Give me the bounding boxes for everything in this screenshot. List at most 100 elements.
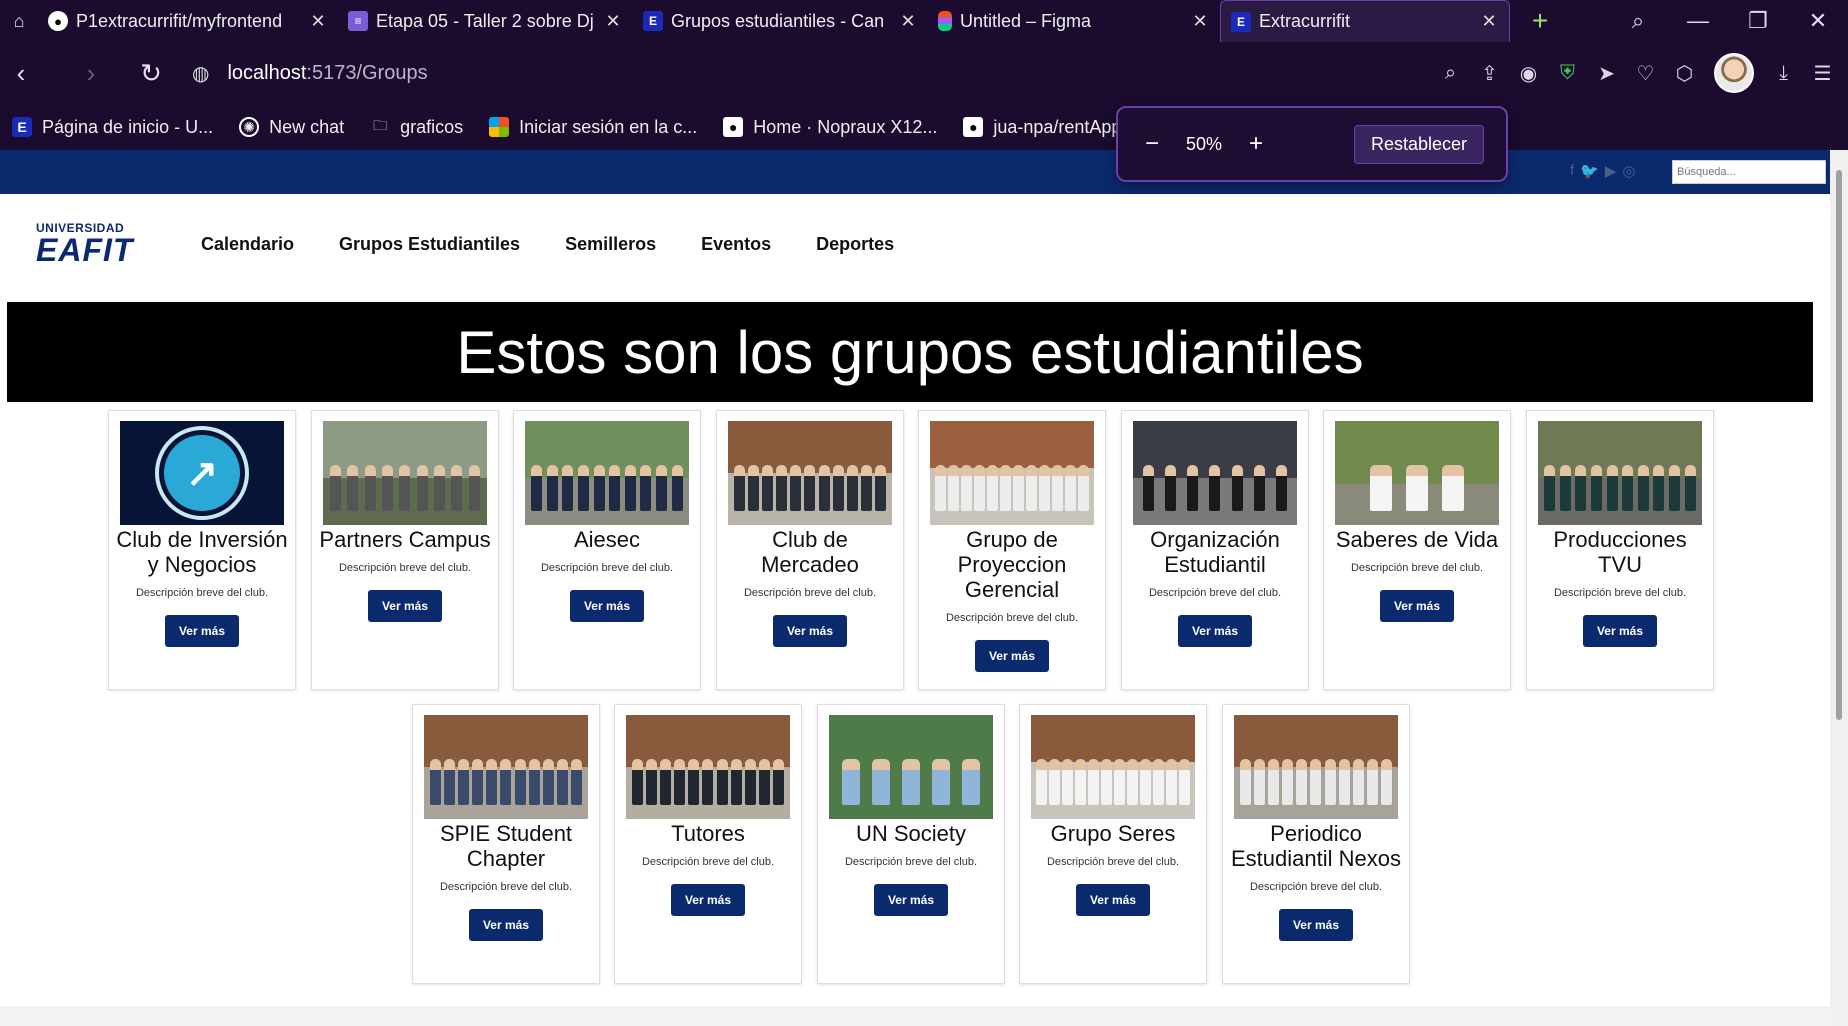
group-card: Aiesec Descripción breve del club. Ver m… — [513, 410, 701, 690]
bookmarks-bar: E Página de inicio - U... ✺ New chat 🗀 graf… — [0, 104, 1848, 150]
forward-button[interactable]: › — [70, 52, 112, 94]
share-icon[interactable]: ⇪ — [1470, 52, 1509, 94]
scrollbar[interactable] — [1830, 150, 1848, 1026]
group-description: Descripción breve del club. — [1350, 562, 1484, 574]
instagram-icon[interactable]: ◎ — [1622, 162, 1635, 180]
menu-item-grupos[interactable]: Grupos Estudiantiles — [339, 234, 520, 255]
eafit-logo[interactable]: UNIVERSIDAD EAFIT — [36, 222, 141, 266]
figma-icon — [938, 11, 952, 31]
group-logo: ↗ — [120, 421, 284, 525]
ver-mas-button[interactable]: Ver más — [164, 615, 240, 647]
avatar[interactable] — [1714, 53, 1754, 93]
back-button[interactable]: ‹ — [0, 52, 42, 94]
group-name: Aiesec — [573, 527, 641, 552]
menu-item-calendario[interactable]: Calendario — [201, 234, 294, 255]
menu-item-semilleros[interactable]: Semilleros — [565, 234, 656, 255]
zoom-popup: − 50% + Restablecer — [1116, 106, 1508, 182]
group-card: SPIE Student Chapter Descripción breve d… — [412, 704, 600, 984]
shield-icon[interactable]: ⛨ — [1548, 52, 1587, 94]
reset-zoom-button[interactable]: Restablecer — [1353, 124, 1484, 164]
group-photo — [424, 715, 588, 819]
search-icon[interactable]: ⌕ — [1608, 0, 1668, 42]
twitter-icon[interactable]: 🐦 — [1580, 162, 1599, 180]
close-icon[interactable]: ✕ — [308, 11, 328, 32]
cube-icon[interactable]: ⬡ — [1665, 52, 1704, 94]
zoom-icon[interactable]: ⌕ — [1431, 52, 1470, 94]
bookmark-item[interactable]: Iniciar sesión en la c... — [489, 117, 697, 138]
ver-mas-button[interactable]: Ver más — [1177, 615, 1253, 647]
bookmark-label: Home · Nopraux X12... — [753, 116, 938, 137]
ver-mas-button[interactable]: Ver más — [772, 615, 848, 647]
url-host: localhost — [227, 61, 307, 84]
group-card: ↗ Club de Inversión y Negocios Descripci… — [108, 410, 296, 690]
close-icon[interactable]: ✕ — [603, 11, 623, 32]
group-name: Grupo Seres — [1050, 821, 1176, 846]
group-description: Descripción breve del club. — [1553, 587, 1687, 599]
scrollbar-thumb[interactable] — [1836, 170, 1842, 720]
close-window-button[interactable]: ✕ — [1788, 0, 1848, 42]
eafit-icon: E — [643, 11, 663, 31]
ver-mas-button[interactable]: Ver más — [974, 640, 1050, 672]
ver-mas-button[interactable]: Ver más — [1075, 884, 1151, 916]
group-description: Descripción breve del club. — [743, 587, 877, 599]
menu-icon[interactable]: ☰ — [1803, 52, 1842, 94]
search-input[interactable] — [1672, 160, 1826, 184]
group-description: Descripción breve del club. — [1249, 881, 1383, 893]
group-card: Partners Campus Descripción breve del cl… — [311, 410, 499, 690]
minimize-button[interactable]: — — [1668, 0, 1728, 42]
tab-extracurrifit[interactable]: E Extracurrifit ✕ — [1220, 0, 1510, 42]
ver-mas-button[interactable]: Ver más — [468, 909, 544, 941]
gamepad-icon[interactable]: ⌂ — [0, 0, 38, 42]
tab-taller[interactable]: ≡ Etapa 05 - Taller 2 sobre Dj ✕ — [338, 0, 633, 42]
group-card: Periodico Estudiantil Nexos Descripción … — [1222, 704, 1410, 984]
download-icon[interactable]: ⤓ — [1764, 52, 1803, 94]
address-bar[interactable]: ◍ localhost:5173/Groups — [192, 61, 428, 86]
menu-item-eventos[interactable]: Eventos — [701, 234, 771, 255]
ver-mas-button[interactable]: Ver más — [873, 884, 949, 916]
group-name: Tutores — [671, 821, 745, 846]
bookmark-label: Página de inicio - U... — [42, 116, 214, 137]
facebook-icon[interactable]: f — [1570, 162, 1574, 180]
camera-icon[interactable]: ◉ — [1509, 52, 1548, 94]
zoom-in-button[interactable]: + — [1236, 130, 1276, 158]
reload-button[interactable]: ↻ — [130, 52, 172, 94]
close-icon[interactable]: ✕ — [1190, 11, 1210, 32]
send-icon[interactable]: ➤ — [1587, 52, 1626, 94]
tab-grupos[interactable]: E Grupos estudiantiles - Can ✕ — [633, 0, 928, 42]
bookmark-item[interactable]: E Página de inicio - U... — [12, 117, 213, 138]
close-icon[interactable]: ✕ — [1479, 11, 1499, 32]
ver-mas-button[interactable]: Ver más — [367, 590, 443, 622]
tab-github[interactable]: ● P1extracurrifit/myfrontend ✕ — [38, 0, 338, 42]
github-icon: ● — [723, 117, 744, 137]
ver-mas-button[interactable]: Ver más — [670, 884, 746, 916]
new-tab-button[interactable]: + — [1510, 0, 1570, 42]
group-card: Organización Estudiantil Descripción bre… — [1121, 410, 1309, 690]
group-description: Descripción breve del club. — [540, 562, 674, 574]
page-title: Estos son los grupos estudiantiles — [7, 302, 1813, 402]
menu-item-deportes[interactable]: Deportes — [816, 234, 894, 255]
bookmark-label: New chat — [269, 116, 345, 137]
tab-title: Etapa 05 - Taller 2 sobre Dj — [376, 10, 594, 31]
heart-icon[interactable]: ♡ — [1626, 52, 1665, 94]
group-card: UN Society Descripción breve del club. V… — [817, 704, 1005, 984]
bookmark-item[interactable]: ✺ New chat — [239, 117, 344, 138]
bookmark-item[interactable]: 🗀 graficos — [370, 117, 463, 138]
group-name: Organización Estudiantil — [1150, 527, 1280, 577]
bookmark-item[interactable]: ● jua-npa/rentApp — [963, 117, 1121, 138]
ver-mas-button[interactable]: Ver más — [1582, 615, 1658, 647]
tab-figma[interactable]: Untitled – Figma ✕ — [928, 0, 1220, 42]
group-card: Club de Mercadeo Descripción breve del c… — [716, 410, 904, 690]
ver-mas-button[interactable]: Ver más — [1379, 590, 1455, 622]
group-photo — [1031, 715, 1195, 819]
ver-mas-button[interactable]: Ver más — [1278, 909, 1354, 941]
group-description: Descripción breve del club. — [1046, 856, 1180, 868]
restore-button[interactable]: ❐ — [1728, 0, 1788, 42]
close-icon[interactable]: ✕ — [898, 11, 918, 32]
ver-mas-button[interactable]: Ver más — [569, 590, 645, 622]
group-name: Club de Mercadeo — [761, 527, 859, 577]
group-description: Descripción breve del club. — [641, 856, 775, 868]
bookmark-item[interactable]: ● Home · Nopraux X12... — [723, 117, 937, 138]
youtube-icon[interactable]: ▶ — [1605, 162, 1617, 180]
zoom-out-button[interactable]: − — [1132, 130, 1172, 158]
group-photo — [525, 421, 689, 525]
